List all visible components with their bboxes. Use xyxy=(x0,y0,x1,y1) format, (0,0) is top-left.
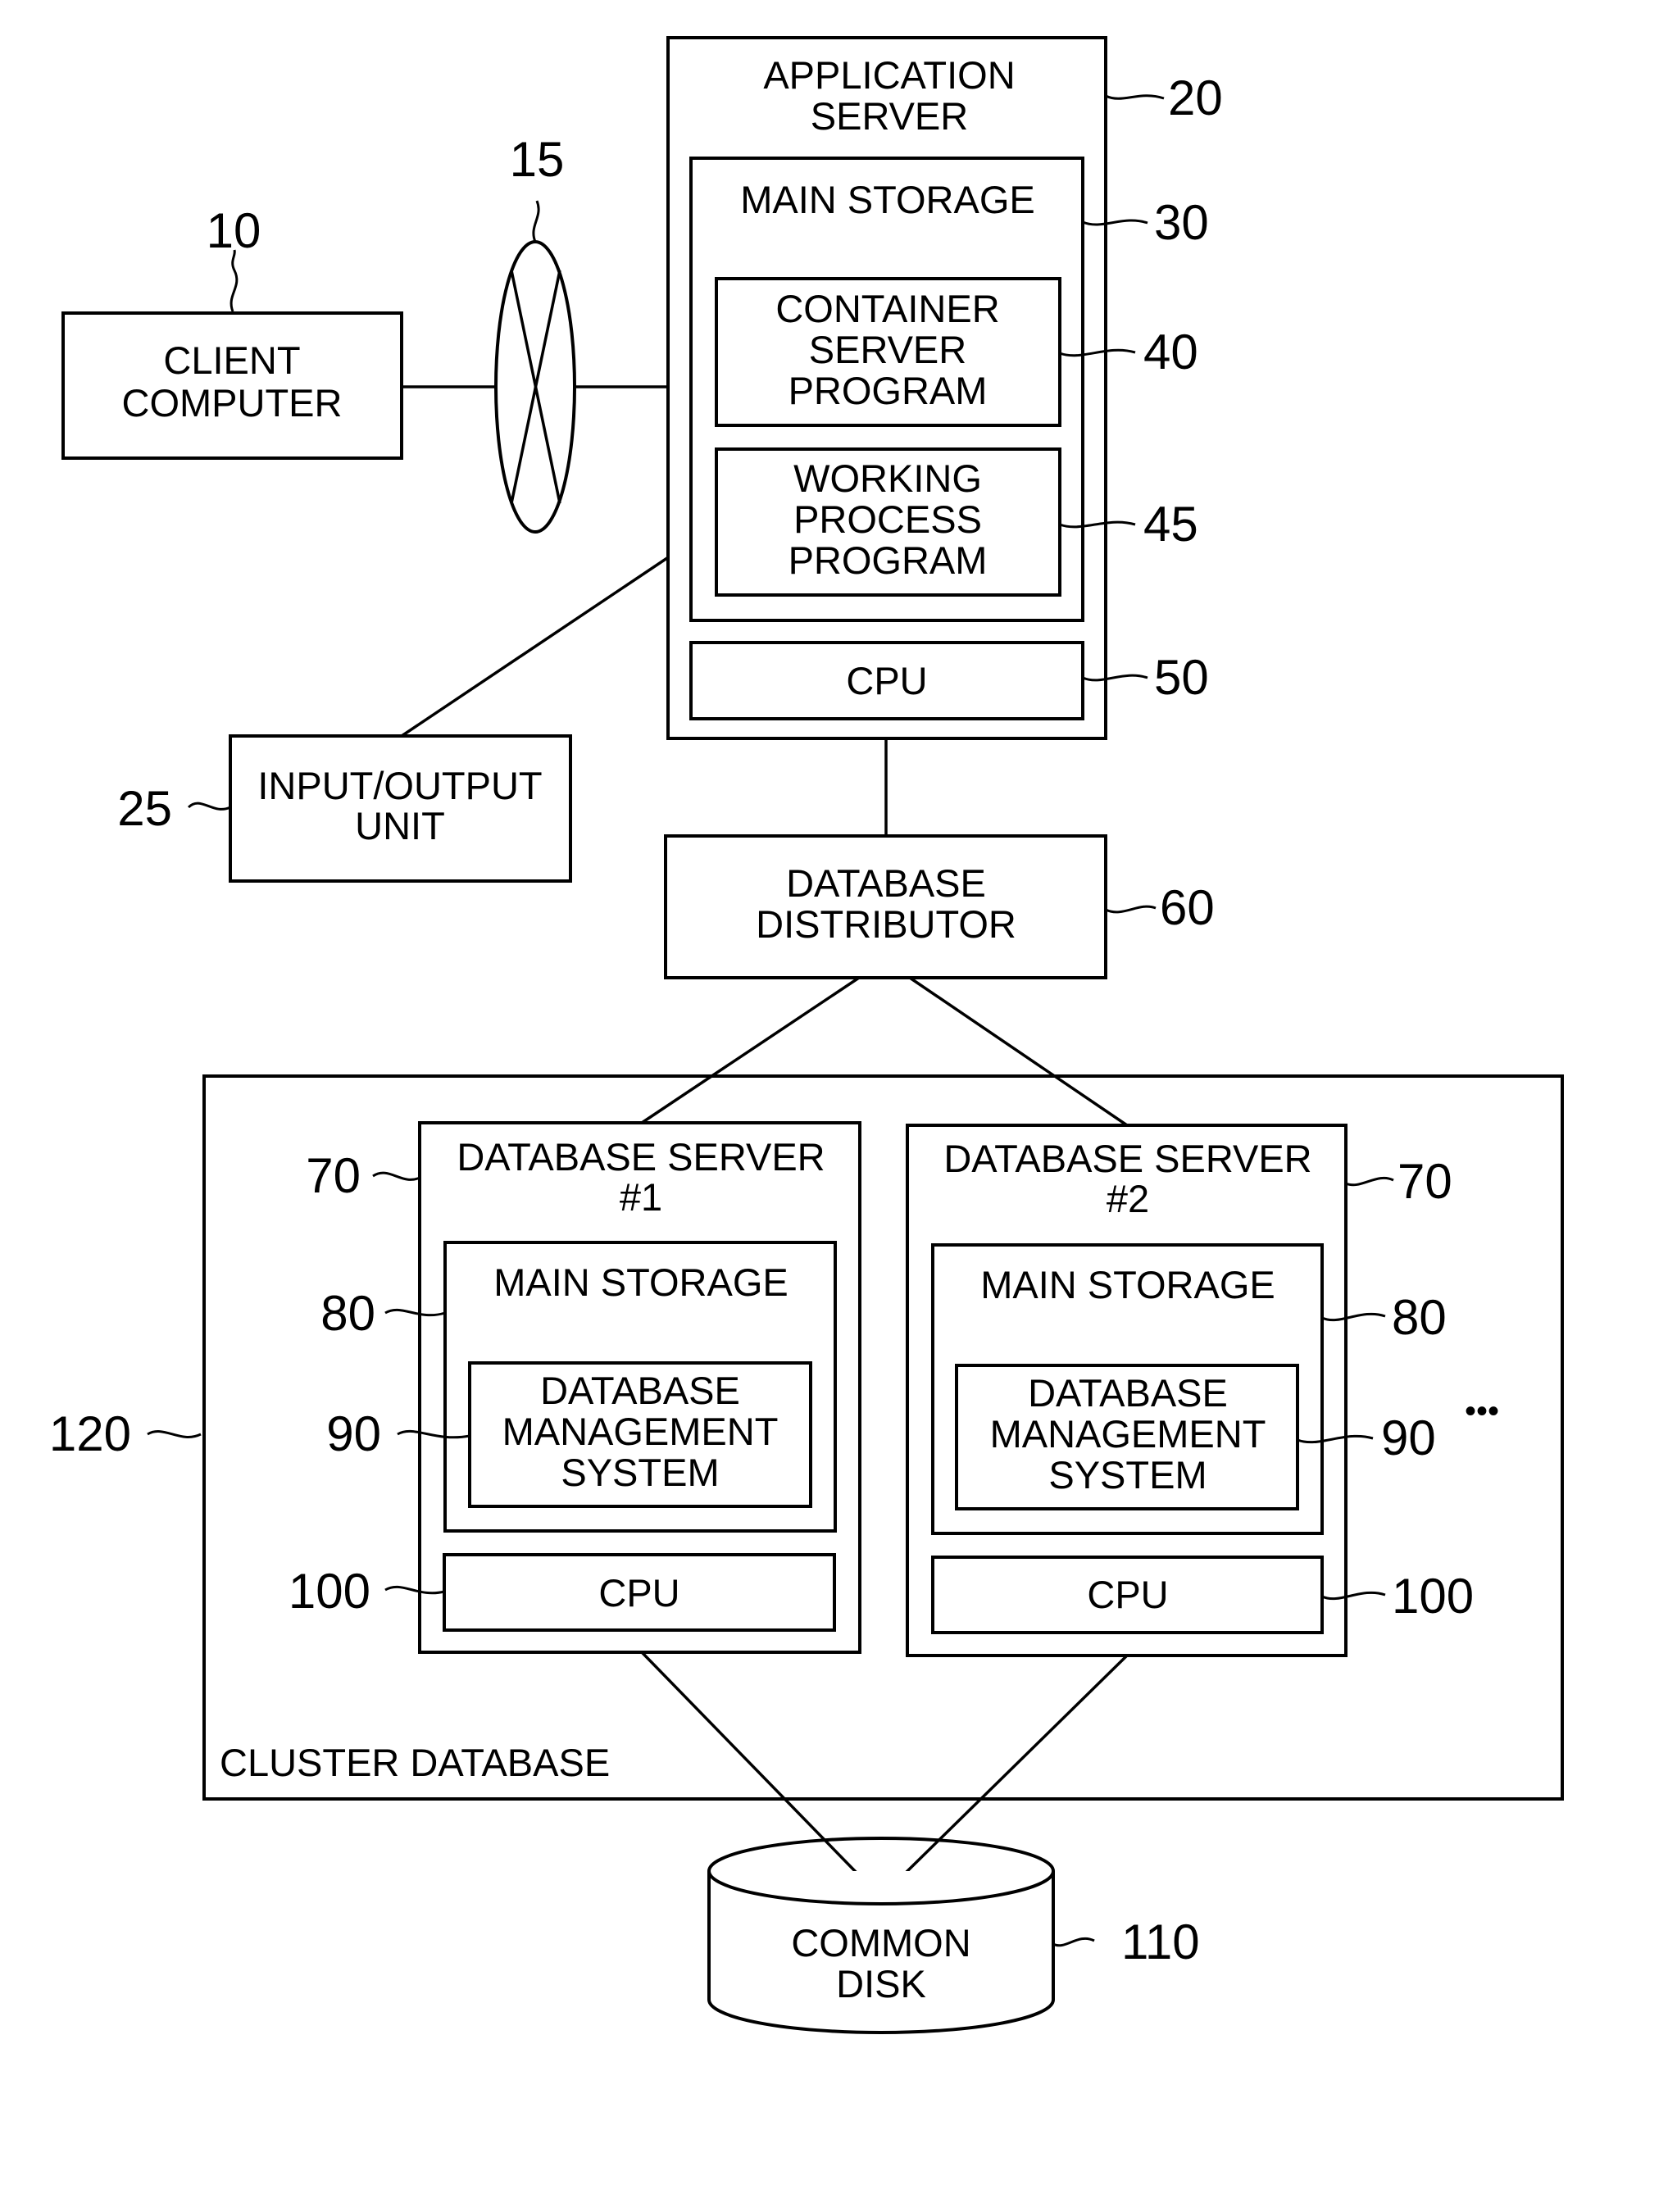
database-server-1: DATABASE SERVER #1 MAIN STORAGE DATABASE… xyxy=(418,1121,861,1654)
client-computer: CLIENT COMPUTER xyxy=(61,311,403,460)
distributor-db1-link xyxy=(641,976,860,1124)
network-icon xyxy=(494,240,576,534)
cluster-label: CLUSTER DATABASE xyxy=(220,1741,610,1784)
db2-dbms-label-3: SYSTEM xyxy=(1048,1453,1207,1497)
database-distributor: DATABASE DISTRIBUTOR xyxy=(664,834,1107,979)
application-server: APPLICATION SERVER MAIN STORAGE CONTAINE… xyxy=(666,36,1107,740)
distributor-ref: 60 xyxy=(1160,880,1215,935)
disk-ref-leader xyxy=(1052,1937,1095,1947)
db1-storage-ref: 80 xyxy=(320,1286,375,1341)
distributor-label-1: DATABASE xyxy=(786,861,986,905)
db2-dbms-label-1: DATABASE xyxy=(1028,1371,1228,1415)
db1-ref: 70 xyxy=(306,1148,361,1203)
disk-ref: 110 xyxy=(1121,1914,1200,1969)
db1-storage-label: MAIN STORAGE xyxy=(493,1260,789,1304)
io-ref-leader xyxy=(187,802,231,811)
app-cpu-ref: 50 xyxy=(1154,650,1209,705)
client-ref: 10 xyxy=(207,203,261,258)
db2-ref: 70 xyxy=(1398,1154,1452,1209)
network-ref-leader xyxy=(532,200,540,243)
working-label-3: PROGRAM xyxy=(789,538,988,582)
working-ref: 45 xyxy=(1143,497,1198,552)
common-disk: COMMON DISK xyxy=(707,1837,1055,2034)
main-storage-label: MAIN STORAGE xyxy=(740,178,1035,221)
db2-cpu-label: CPU xyxy=(1087,1573,1168,1616)
client-label-2: COMPUTER xyxy=(122,381,343,425)
db2-storage-ref: 80 xyxy=(1392,1290,1447,1345)
db1-ref-leader xyxy=(372,1171,420,1181)
app-server-label-2: SERVER xyxy=(811,94,968,138)
container-ref: 40 xyxy=(1143,325,1198,379)
client-ref-leader xyxy=(230,249,239,312)
db1-label-2: #1 xyxy=(620,1175,662,1219)
db2-label-2: #2 xyxy=(1107,1177,1149,1220)
container-label-3: PROGRAM xyxy=(789,369,988,412)
app-cpu-label: CPU xyxy=(846,659,927,702)
db2-dbms-label-2: MANAGEMENT xyxy=(990,1412,1266,1456)
cluster-ref: 120 xyxy=(49,1406,131,1461)
io-label-1: INPUT/OUTPUT xyxy=(257,764,542,807)
app-server-ref-leader xyxy=(1105,94,1165,100)
io-ref: 25 xyxy=(117,781,172,836)
app-server-label-1: APPLICATION xyxy=(763,53,1015,97)
working-label-2: PROCESS xyxy=(793,497,982,541)
input-output-unit: INPUT/OUTPUT UNIT xyxy=(229,734,572,883)
main-storage-ref: 30 xyxy=(1154,195,1209,250)
db2-storage-label: MAIN STORAGE xyxy=(980,1263,1275,1306)
working-label-1: WORKING xyxy=(793,456,982,500)
db1-cpu-ref: 100 xyxy=(289,1564,370,1619)
container-label-1: CONTAINER xyxy=(775,287,999,330)
db1-dbms-ref: 90 xyxy=(326,1406,381,1461)
io-label-2: UNIT xyxy=(355,804,445,847)
database-server-2: DATABASE SERVER #2 MAIN STORAGE DATABASE… xyxy=(906,1124,1348,1657)
db2-cpu-ref: 100 xyxy=(1392,1569,1474,1624)
distributor-label-2: DISTRIBUTOR xyxy=(756,902,1016,946)
db1-dbms-label-3: SYSTEM xyxy=(561,1451,719,1494)
system-diagram: CLIENT COMPUTER 10 15 APPLICATION SERVER… xyxy=(49,36,1564,2034)
disk-label-1: COMMON xyxy=(791,1921,970,1964)
db1-dbms-label-1: DATABASE xyxy=(540,1369,740,1412)
app-server-ref: 20 xyxy=(1168,70,1223,125)
db2-dbms-ref: 90 xyxy=(1381,1410,1436,1465)
db1-dbms-label-2: MANAGEMENT xyxy=(502,1410,779,1453)
distributor-db2-link xyxy=(909,976,1128,1127)
client-label-1: CLIENT xyxy=(163,338,300,382)
db1-label-1: DATABASE SERVER xyxy=(457,1135,825,1179)
disk-label-2: DISK xyxy=(836,1962,926,2005)
db2-label-1: DATABASE SERVER xyxy=(943,1137,1311,1180)
db1-cpu-label: CPU xyxy=(598,1571,679,1615)
cluster-ref-leader xyxy=(147,1430,202,1438)
more-servers-ellipsis: ••• xyxy=(1465,1393,1499,1429)
container-label-2: SERVER xyxy=(809,328,966,371)
network-ref: 15 xyxy=(510,132,565,187)
distributor-ref-leader xyxy=(1105,905,1157,914)
db2-ref-leader xyxy=(1345,1176,1394,1187)
